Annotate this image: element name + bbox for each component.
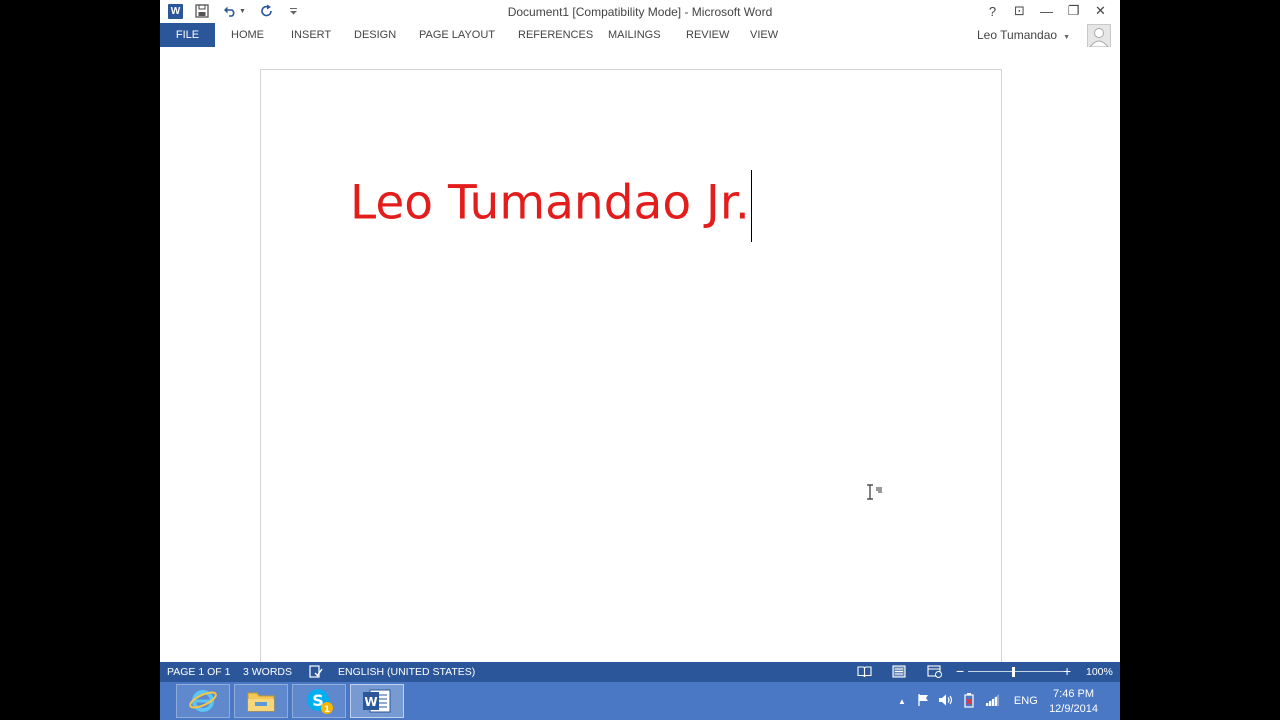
language-indicator[interactable]: ENGLISH (UNITED STATES) [338, 666, 475, 678]
document-page[interactable]: Leo Tumandao Jr. [260, 69, 1002, 689]
close-button[interactable]: ✕ [1087, 3, 1114, 19]
show-hidden-icons-icon[interactable]: ▲ [898, 697, 906, 706]
tab-mailings[interactable]: MAILINGS [608, 23, 661, 47]
windows-taskbar: S1 W ▲ ENG 7:46 PM 12/9/2014 [160, 682, 1120, 720]
action-center-flag-icon[interactable] [916, 693, 930, 710]
clock[interactable]: 7:46 PM 12/9/2014 [1049, 687, 1098, 717]
word-count[interactable]: 3 WORDS [243, 666, 292, 678]
avatar[interactable] [1087, 24, 1111, 48]
file-explorer-icon[interactable] [234, 684, 288, 718]
zoom-slider-track[interactable] [968, 671, 1068, 672]
zoom-slider-thumb[interactable] [1012, 667, 1015, 677]
print-layout-icon[interactable] [892, 665, 906, 681]
internet-explorer-icon[interactable] [176, 684, 230, 718]
tab-view[interactable]: VIEW [750, 23, 778, 47]
page-count[interactable]: PAGE 1 OF 1 [167, 666, 230, 678]
skype-icon[interactable]: S1 [292, 684, 346, 718]
system-tray: ▲ ENG [898, 682, 1038, 720]
window-controls: ? ⊡ — ❐ ✕ [979, 0, 1114, 22]
ibeam-cursor-icon [865, 484, 885, 503]
tab-page-layout[interactable]: PAGE LAYOUT [419, 23, 495, 47]
read-mode-icon[interactable] [857, 665, 872, 681]
help-icon[interactable]: ? [979, 4, 1006, 19]
network-icon[interactable] [984, 693, 1000, 710]
user-account[interactable]: Leo Tumandao ▼ [977, 28, 1070, 42]
input-language[interactable]: ENG [1014, 695, 1038, 707]
text-cursor [750, 170, 752, 242]
window-title: Document1 [Compatibility Mode] - Microso… [507, 5, 773, 19]
word-window: W ▼ Document1 [Compatibility Mode] - Mic… [160, 0, 1120, 720]
tab-file[interactable]: FILE [160, 23, 215, 47]
title-bar: W ▼ Document1 [Compatibility Mode] - Mic… [160, 0, 1120, 23]
tab-review[interactable]: REVIEW [686, 23, 729, 47]
status-bar: PAGE 1 OF 1 3 WORDS ENGLISH (UNITED STAT… [160, 662, 1120, 682]
minimize-button[interactable]: — [1033, 4, 1060, 19]
ribbon-tabs: FILE HOME INSERT DESIGN PAGE LAYOUT REFE… [160, 23, 1120, 48]
zoom-out-button[interactable]: − [956, 663, 964, 679]
skype-badge: 1 [324, 705, 330, 715]
svg-text:W: W [364, 695, 377, 709]
user-name: Leo Tumandao [977, 28, 1058, 42]
zoom-in-button[interactable]: + [1063, 663, 1071, 679]
tab-design[interactable]: DESIGN [354, 23, 396, 47]
volume-icon[interactable] [938, 693, 954, 710]
tab-references[interactable]: REFERENCES [518, 23, 593, 47]
word-icon[interactable]: W [350, 684, 404, 718]
web-layout-icon[interactable] [927, 665, 942, 681]
tab-insert[interactable]: INSERT [291, 23, 331, 47]
ribbon-display-options-icon[interactable]: ⊡ [1006, 3, 1033, 19]
zoom-level[interactable]: 100% [1086, 666, 1113, 678]
power-icon[interactable] [962, 692, 976, 711]
restore-button[interactable]: ❐ [1060, 3, 1087, 19]
tab-home[interactable]: HOME [231, 23, 264, 47]
clock-date: 12/9/2014 [1049, 703, 1098, 715]
clock-time: 7:46 PM [1053, 688, 1095, 700]
proofing-icon[interactable] [309, 665, 323, 681]
chevron-down-icon: ▼ [1063, 34, 1070, 41]
document-text[interactable]: Leo Tumandao Jr. [350, 170, 752, 242]
document-area[interactable]: Leo Tumandao Jr. [160, 47, 1120, 689]
